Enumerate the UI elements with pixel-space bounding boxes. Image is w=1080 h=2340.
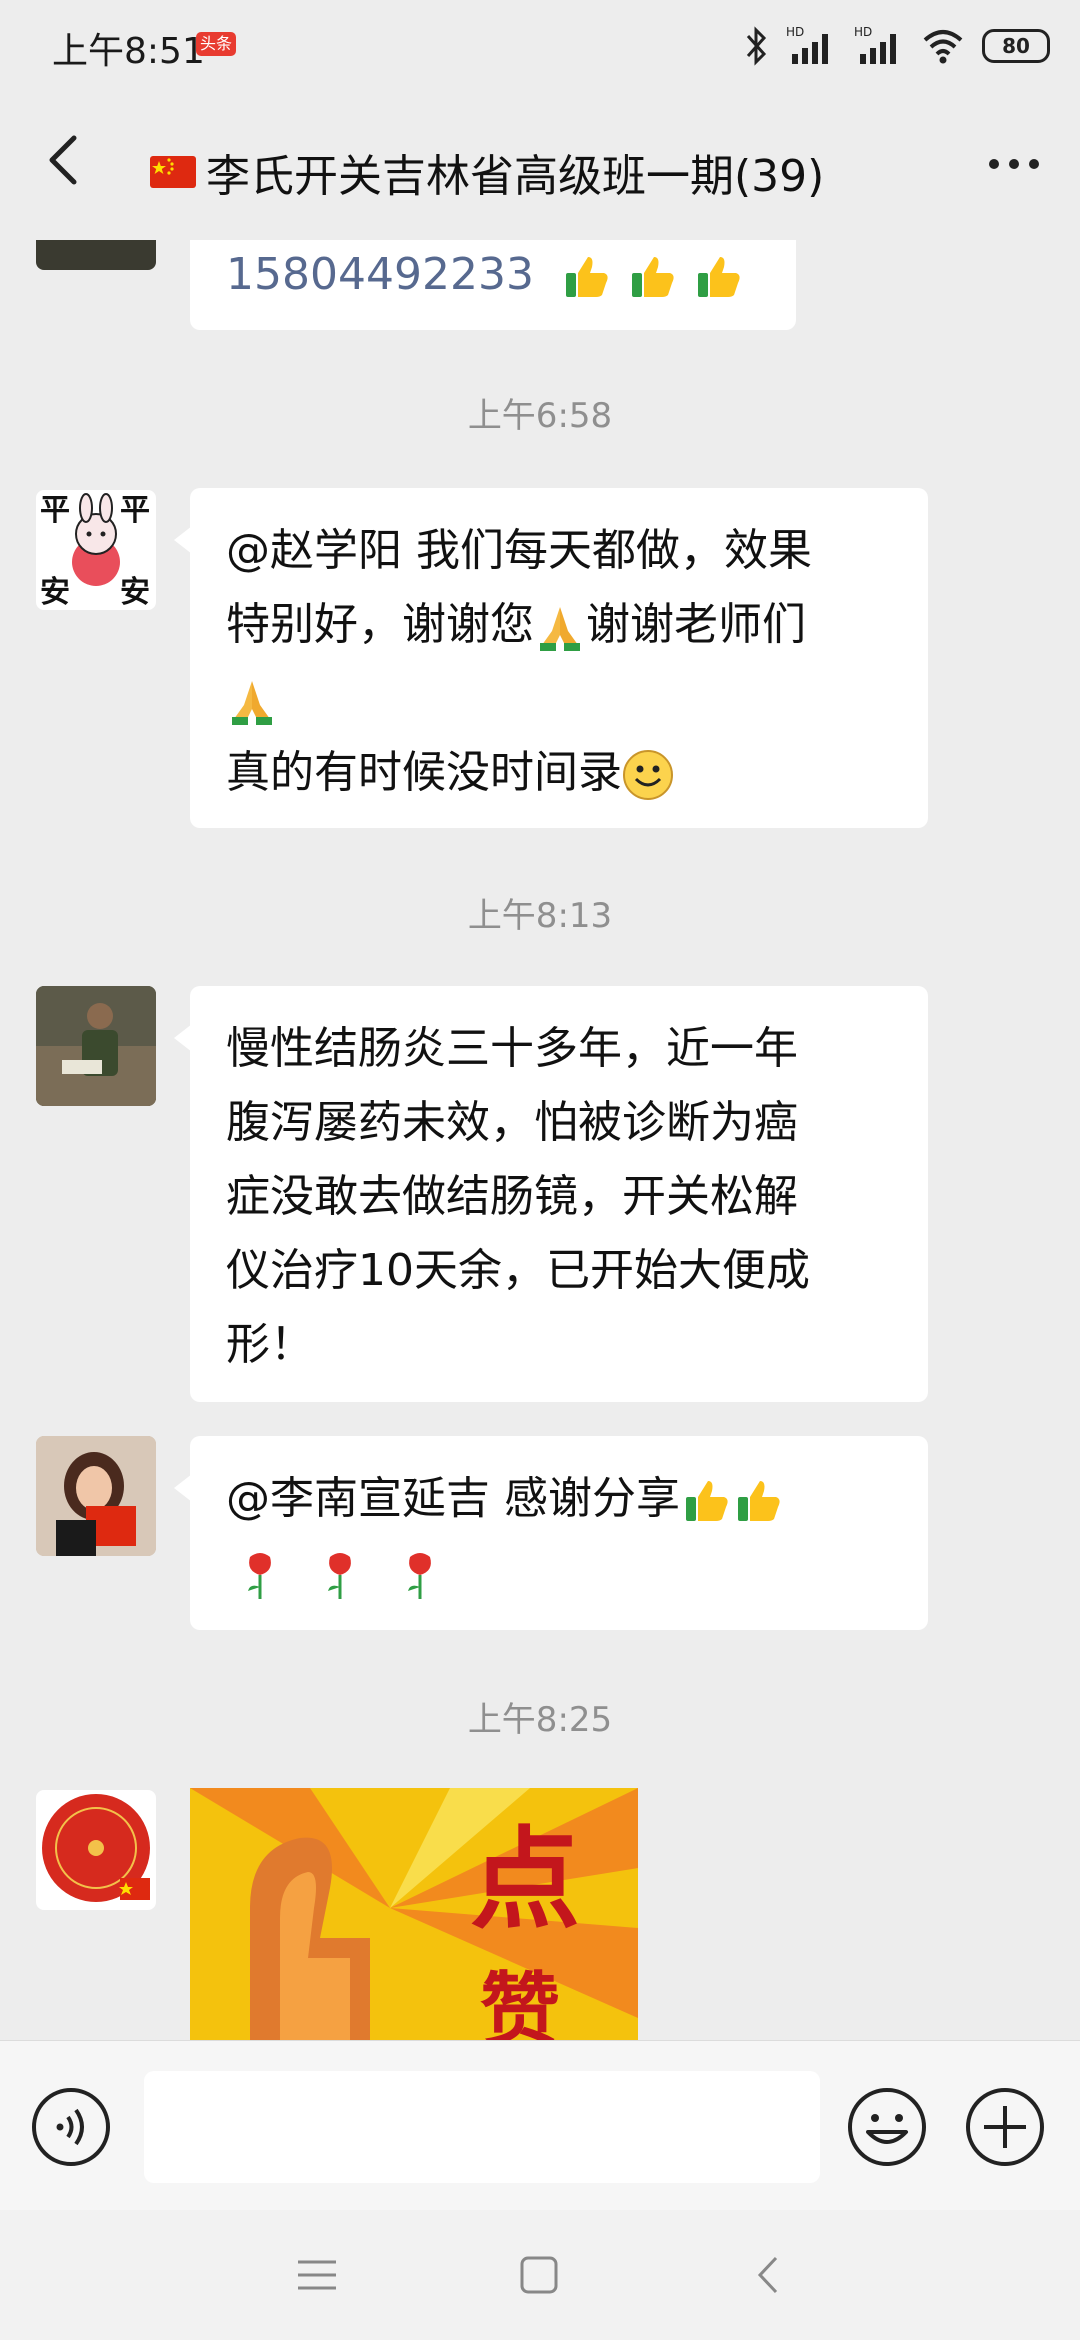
like-sticker-image: 点 赞	[190, 1788, 638, 2040]
bluetooth-icon	[746, 26, 767, 66]
voice-input-button[interactable]	[30, 2086, 112, 2168]
message-line: 慢性结肠炎三十多年，近一年	[226, 1023, 798, 1074]
sticker-text: 点	[470, 1816, 580, 1944]
home-button[interactable]	[514, 2250, 566, 2300]
smile-face-icon	[622, 749, 674, 801]
thumbs-up-icon	[680, 1475, 732, 1527]
message-line: @赵学阳 我们每天都做，效果	[226, 525, 812, 576]
wifi-icon	[923, 30, 963, 64]
system-back-button[interactable]	[748, 2250, 788, 2300]
woman-flag-avatar-icon	[36, 1436, 156, 1556]
recent-apps-button[interactable]	[292, 2252, 342, 2298]
news-badge: 头条	[196, 32, 236, 56]
thumbs-up-icon	[560, 251, 612, 303]
chat-header: 李氏开关吉林省高级班一期(39)	[0, 90, 1080, 240]
signal-hd-2-icon: HD	[854, 25, 896, 64]
timestamp: 上午6:58	[467, 396, 613, 436]
message-list[interactable]: 15804492233 上午6:58 平 平 安 安 @赵学阳 我们每天都做，效…	[0, 240, 1080, 2040]
message-bubble[interactable]: @赵学阳 我们每天都做，效果 特别好，谢谢您 谢谢老师们 真的有时候没时间录	[174, 488, 928, 828]
message-line: @李南宣延吉 感谢分享	[226, 1462, 892, 1536]
praying-hands-icon	[226, 675, 278, 727]
thumbs-up-icon	[626, 251, 678, 303]
input-bar	[0, 2040, 1080, 2211]
more-options-button[interactable]	[984, 140, 1044, 188]
phone-link[interactable]: 15804492233	[226, 249, 534, 300]
message-line: 特别好，谢谢您 谢谢老师们	[226, 588, 892, 662]
timestamp: 上午8:25	[467, 1700, 613, 1740]
bunny-avatar-icon: 平 平 安 安	[40, 493, 150, 610]
message-bubble[interactable]: @李南宣延吉 感谢分享	[174, 1436, 928, 1630]
praying-hands-icon	[534, 601, 586, 653]
image-message[interactable]: 点 赞	[190, 1788, 638, 2040]
sticker-text: 赞	[480, 1964, 560, 2040]
message-line: 形！	[226, 1319, 314, 1370]
message-line: 真的有时候没时间录	[226, 736, 892, 810]
svg-text:HD: HD	[786, 25, 804, 39]
avatar[interactable]	[36, 240, 156, 270]
back-button[interactable]	[36, 130, 96, 190]
message-input[interactable]	[144, 2071, 820, 2183]
avatar-text: 平	[40, 493, 70, 528]
status-bar: 上午8:51 头条 HD HD 80	[0, 0, 1080, 90]
rose-icon	[394, 1549, 446, 1601]
timestamp: 上午8:13	[467, 896, 613, 936]
avatar-text: 平	[120, 493, 150, 528]
message-line	[226, 662, 892, 736]
avatar[interactable]	[36, 1436, 156, 1556]
system-nav-bar	[0, 2210, 1080, 2340]
avatar[interactable]: 平 平 安 安	[36, 490, 156, 610]
svg-text:HD: HD	[854, 25, 872, 39]
message-line	[226, 1536, 892, 1610]
chat-title-wrap: 李氏开关吉林省高级班一期(39)	[150, 140, 824, 204]
china-flag-icon	[150, 156, 196, 188]
avatar[interactable]	[36, 986, 156, 1106]
emoji-button[interactable]	[846, 2086, 928, 2168]
message-bubble[interactable]: 慢性结肠炎三十多年，近一年 腹泻屡药未效，怕被诊断为癌 症没敢去做结肠镜，开关松…	[174, 986, 928, 1402]
chat-title[interactable]: 李氏开关吉林省高级班一期(39)	[206, 140, 824, 204]
message-line: 腹泻屡药未效，怕被诊断为癌	[226, 1097, 798, 1148]
rose-icon	[314, 1549, 366, 1601]
thumbs-up-icon	[732, 1475, 784, 1527]
status-icons: HD HD 80	[744, 22, 1050, 70]
more-functions-button[interactable]	[964, 2086, 1046, 2168]
rose-icon	[234, 1549, 286, 1601]
avatar-text: 安	[120, 575, 150, 610]
signal-hd-icon: HD	[786, 25, 828, 64]
battery-indicator: 80	[982, 29, 1050, 63]
message-line: 仪治疗10天余，已开始大便成	[226, 1245, 810, 1296]
thumbs-up-icon	[692, 251, 744, 303]
message-bubble[interactable]: 15804492233	[190, 240, 796, 330]
avatar[interactable]	[36, 1790, 156, 1910]
red-seal-avatar-icon	[42, 1794, 150, 1902]
avatar-text: 安	[40, 575, 70, 610]
status-time: 上午8:51	[52, 31, 205, 72]
message-line: 症没敢去做结肠镜，开关松解	[226, 1171, 798, 1222]
man-reading-avatar-icon	[36, 986, 156, 1106]
